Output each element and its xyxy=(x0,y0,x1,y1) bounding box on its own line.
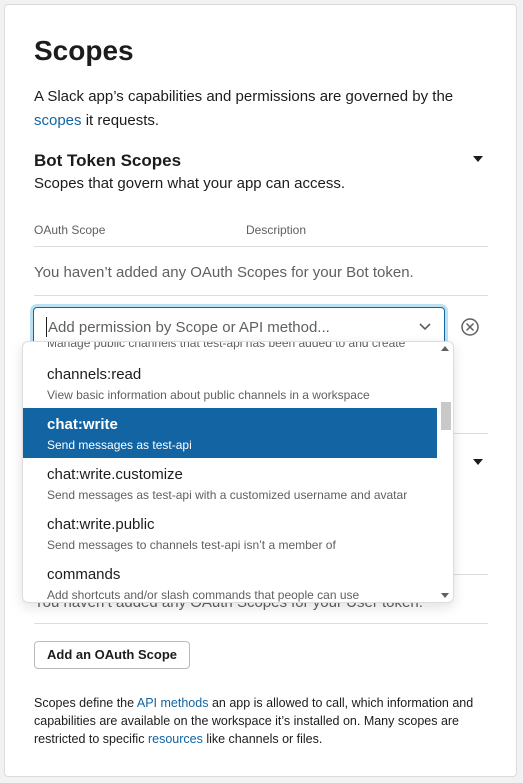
scopes-card: Scopes A Slack app’s capabilities and pe… xyxy=(4,4,517,777)
scope-search-placeholder: Add permission by Scope or API method... xyxy=(48,319,330,336)
scroll-up-arrow-icon[interactable] xyxy=(441,345,449,351)
scope-option-name: channels:read xyxy=(47,366,142,383)
scope-option-name: chat:write.public xyxy=(47,516,155,533)
column-header-description: Description xyxy=(246,223,307,237)
api-methods-link[interactable]: API methods xyxy=(137,696,209,710)
intro-text-start: A Slack app’s capabilities and permissio… xyxy=(34,88,454,105)
collapse-triangle-icon[interactable] xyxy=(473,459,483,465)
chevron-down-icon[interactable] xyxy=(418,320,432,334)
page-title: Scopes xyxy=(34,35,134,66)
scroll-down-arrow-icon[interactable] xyxy=(441,593,449,599)
footer-text-1: Scopes define the xyxy=(34,696,135,710)
scope-option-name: commands xyxy=(47,566,121,583)
column-header-oauth-scope: OAuth Scope xyxy=(34,223,106,237)
add-oauth-scope-button[interactable]: Add an OAuth Scope xyxy=(34,641,190,669)
scope-option-description: Send messages as test-api xyxy=(47,438,192,452)
divider xyxy=(34,295,488,296)
intro-text-end: it requests. xyxy=(85,112,160,129)
scope-option-description: Send messages as test-api with a customi… xyxy=(47,488,408,502)
divider xyxy=(34,246,488,247)
bot-scopes-empty-message: You haven’t added any OAuth Scopes for y… xyxy=(34,264,414,281)
scrollbar-thumb[interactable] xyxy=(441,402,451,430)
scope-option-selected[interactable]: chat:write Send messages as test-api xyxy=(23,408,437,458)
intro-text: A Slack app’s capabilities and permissio… xyxy=(34,85,484,133)
partial-option-description: Manage public channels that test-api has… xyxy=(47,341,406,350)
text-cursor xyxy=(46,317,47,337)
collapse-triangle-icon[interactable] xyxy=(473,156,483,162)
scope-option[interactable]: commands Add shortcuts and/or slash comm… xyxy=(23,558,437,602)
scopes-link[interactable]: scopes xyxy=(34,112,82,129)
footer-text-3: like channels or files. xyxy=(206,732,323,746)
scope-option[interactable]: channels:read View basic information abo… xyxy=(23,358,437,408)
scope-option-description: Add shortcuts and/or slash commands that… xyxy=(47,588,360,602)
scope-options-dropdown[interactable]: Manage public channels that test-api has… xyxy=(22,341,454,603)
scope-option[interactable]: chat:write.customize Send messages as te… xyxy=(23,458,437,508)
scope-option-name: chat:write xyxy=(47,416,118,433)
scope-option-description: Send messages to channels test-api isn’t… xyxy=(47,538,336,552)
scope-option[interactable]: chat:write.public Send messages to chann… xyxy=(23,508,437,558)
clear-circle-x-icon[interactable] xyxy=(460,317,480,337)
scope-option-name: chat:write.customize xyxy=(47,466,183,483)
bot-token-scopes-title: Bot Token Scopes xyxy=(34,151,182,170)
scopes-footer-text: Scopes define the API methods an app is … xyxy=(34,694,490,748)
bot-token-scopes-subtitle: Scopes that govern what your app can acc… xyxy=(34,175,346,192)
scope-option-description: View basic information about public chan… xyxy=(47,388,370,402)
divider xyxy=(34,623,488,624)
resources-link[interactable]: resources xyxy=(148,732,203,746)
